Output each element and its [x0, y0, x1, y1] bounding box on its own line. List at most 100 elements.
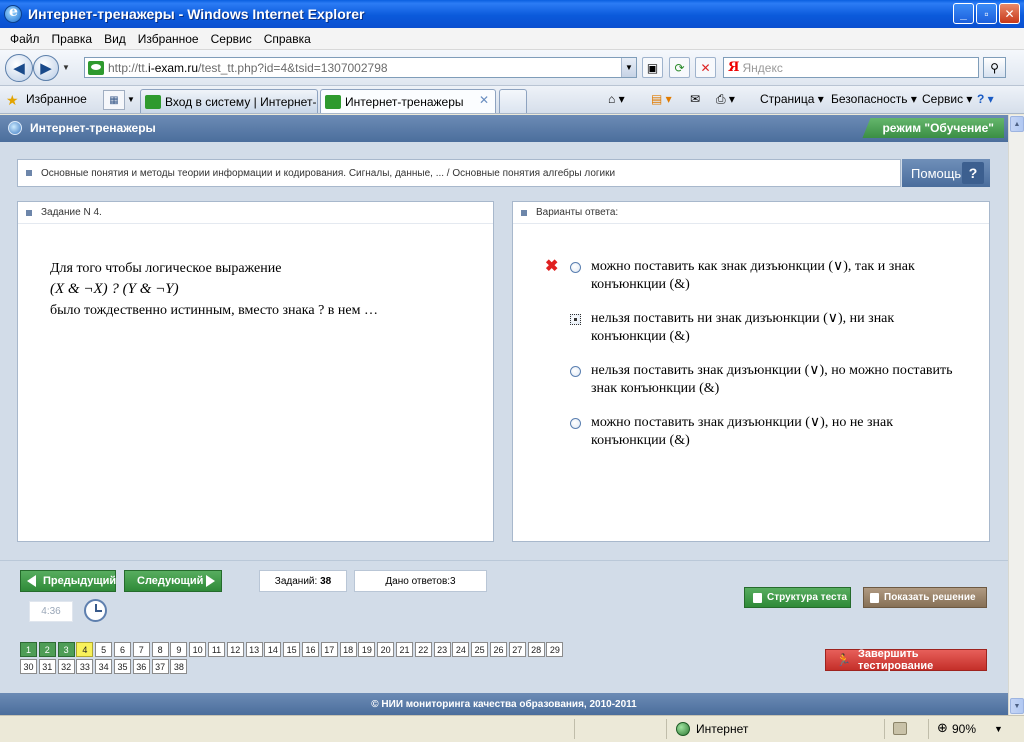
search-placeholder: Яндекс — [742, 60, 783, 75]
tools-menu[interactable]: Сервис ▾ — [922, 92, 972, 106]
finish-test-button[interactable]: 🏃 Завершить тестирование — [825, 648, 987, 672]
safety-menu[interactable]: Безопасность ▾ — [831, 92, 917, 106]
refresh-icon[interactable]: ⟳ — [669, 57, 690, 78]
menu-view[interactable]: Вид — [100, 32, 134, 46]
task-number-cell[interactable]: 35 — [114, 659, 131, 674]
feeds-icon[interactable]: ▤ ▾ — [651, 92, 672, 106]
task-number-cell[interactable]: 34 — [95, 659, 113, 674]
answer-option-3[interactable]: нельзя поставить знак дизъюнкции (∨), но… — [543, 362, 963, 398]
task-number-cell[interactable]: 1 — [20, 642, 37, 657]
show-solution-button[interactable]: Показать решение — [863, 587, 987, 608]
answer-radio[interactable] — [570, 262, 581, 273]
task-number-cell[interactable]: 21 — [396, 642, 413, 657]
help-icon[interactable]: ? ▾ — [977, 92, 994, 106]
search-button[interactable]: ⚲ — [983, 57, 1006, 78]
stop-icon[interactable]: ✕ — [695, 57, 716, 78]
menu-tools[interactable]: Сервис — [207, 32, 260, 46]
task-number-cell[interactable]: 16 — [302, 642, 319, 657]
task-number-cell[interactable]: 17 — [320, 642, 338, 657]
page-menu[interactable]: Страница ▾ — [760, 92, 824, 106]
close-button[interactable]: ✕ — [999, 3, 1020, 24]
task-number-cell[interactable]: 19 — [358, 642, 376, 657]
scroll-up-icon[interactable]: ▲ — [1010, 116, 1024, 132]
favorites-button[interactable]: Избранное — [26, 92, 87, 106]
address-bar[interactable]: http://tt.i-exam.ru/test_tt.php?id=4&tsi… — [84, 57, 637, 78]
task-number-cell[interactable]: 28 — [527, 642, 545, 657]
task-number-cell[interactable]: 2 — [38, 642, 56, 657]
forward-button[interactable]: ▶ — [33, 55, 59, 81]
next-button[interactable]: Следующий — [124, 570, 222, 592]
task-number-cell[interactable]: 9 — [170, 642, 188, 657]
protected-mode-icon[interactable] — [893, 722, 907, 735]
task-number-cell[interactable]: 23 — [433, 642, 451, 657]
task-number-cell[interactable]: 20 — [377, 642, 395, 657]
home-icon[interactable]: ⌂ ▾ — [608, 92, 625, 106]
favorites-star-icon[interactable]: ★ — [6, 92, 19, 109]
quick-tabs-icon[interactable]: ▦ — [103, 90, 125, 110]
address-dropdown-icon[interactable]: ▼ — [621, 58, 636, 77]
task-number-cell[interactable]: 7 — [132, 642, 150, 657]
task-number-cell[interactable]: 32 — [57, 659, 75, 674]
tab-trainers[interactable]: Интернет-тренажеры ✕ — [320, 89, 496, 113]
vertical-scrollbar[interactable]: ▲ ▼ — [1008, 115, 1024, 715]
task-number-cell[interactable]: 6 — [114, 642, 131, 657]
security-zone: Интернет — [696, 722, 749, 736]
menu-file[interactable]: Файл — [6, 32, 48, 46]
tab-login[interactable]: Вход в систему | Интернет-... — [140, 89, 318, 113]
menu-favorites[interactable]: Избранное — [134, 32, 207, 46]
task-number-cell[interactable]: 36 — [132, 659, 150, 674]
search-icon: ⚲ — [990, 60, 999, 75]
search-input[interactable]: Я Яндекс — [723, 57, 979, 78]
answer-option-1[interactable]: ✖ можно поставить как знак дизъюнкции (∨… — [543, 258, 963, 294]
history-dropdown-icon[interactable]: ▼ — [62, 63, 70, 72]
zoom-dropdown-icon[interactable]: ▼ — [994, 724, 1003, 734]
task-number-cell[interactable]: 38 — [170, 659, 188, 674]
previous-button[interactable]: Предыдущий — [20, 570, 116, 592]
url-text[interactable]: http://tt.i-exam.ru/test_tt.php?id=4&tsi… — [108, 61, 388, 75]
controls-area: Предыдущий Следующий Заданий: 38 Дано от… — [0, 560, 1008, 690]
help-button[interactable]: Помощь ? — [902, 159, 990, 187]
mail-icon[interactable]: ✉ — [690, 92, 700, 106]
task-number-cell[interactable]: 26 — [490, 642, 507, 657]
task-number-cell[interactable]: 37 — [151, 659, 169, 674]
answer-option-4[interactable]: можно поставить знак дизъюнкции (∨), но … — [543, 414, 963, 450]
task-number-cell[interactable]: 4 — [76, 642, 94, 657]
task-number-cell[interactable]: 24 — [452, 642, 470, 657]
finish-label: Завершить тестирование — [857, 648, 934, 672]
tab-close-icon[interactable]: ✕ — [479, 93, 489, 107]
task-number-cell[interactable]: 15 — [283, 642, 301, 657]
task-number-cell[interactable]: 29 — [546, 642, 564, 657]
answer-radio-selected[interactable] — [570, 314, 581, 325]
task-number-cell[interactable]: 8 — [151, 642, 169, 657]
minimize-button[interactable]: _ — [953, 3, 974, 24]
task-number-cell[interactable]: 25 — [471, 642, 489, 657]
scroll-down-icon[interactable]: ▼ — [1010, 698, 1024, 714]
task-number-cell[interactable]: 13 — [245, 642, 263, 657]
task-number-cell[interactable]: 27 — [508, 642, 526, 657]
new-tab-button[interactable] — [499, 89, 527, 113]
back-button[interactable]: ◀ — [5, 54, 33, 82]
zoom-icon[interactable]: ⊕ — [937, 720, 948, 736]
task-number-cell[interactable]: 3 — [57, 642, 75, 657]
task-number-cell[interactable]: 5 — [95, 642, 113, 657]
maximize-button[interactable]: ▫ — [976, 3, 997, 24]
answer-option-2[interactable]: нельзя поставить ни знак дизъюнкции (∨),… — [543, 310, 963, 346]
task-number-cell[interactable]: 22 — [414, 642, 432, 657]
task-number-cell[interactable]: 11 — [208, 642, 225, 657]
task-number-cell[interactable]: 12 — [226, 642, 244, 657]
answer-radio[interactable] — [570, 418, 581, 429]
menu-edit[interactable]: Правка — [48, 32, 101, 46]
menu-help[interactable]: Справка — [260, 32, 319, 46]
task-number-cell[interactable]: 14 — [264, 642, 282, 657]
tab-list-dropdown-icon[interactable]: ▼ — [127, 95, 135, 104]
task-number-cell[interactable]: 18 — [339, 642, 357, 657]
task-number-cell[interactable]: 10 — [189, 642, 207, 657]
answer-radio[interactable] — [570, 366, 581, 377]
print-icon[interactable]: ⎙ ▾ — [716, 92, 735, 107]
compatibility-icon[interactable]: ▣ — [642, 57, 663, 78]
task-number-cell[interactable]: 33 — [76, 659, 94, 674]
structure-button[interactable]: Структура теста — [744, 587, 851, 608]
zoom-level[interactable]: 90% — [952, 722, 976, 736]
task-number-cell[interactable]: 31 — [38, 659, 56, 674]
task-number-cell[interactable]: 30 — [20, 659, 37, 674]
